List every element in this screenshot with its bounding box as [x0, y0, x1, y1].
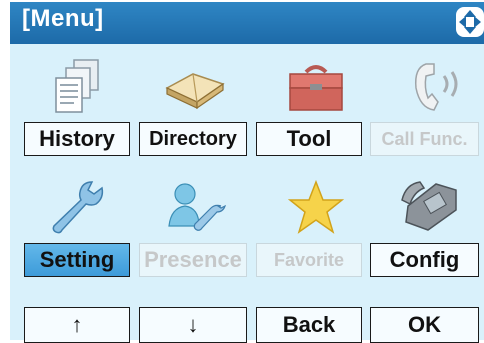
history-documents-icon [55, 59, 99, 113]
softkey-down-button[interactable]: ↓ [139, 307, 247, 343]
softkey-ok-label: OK [408, 312, 441, 337]
softkey-up-button[interactable]: ↑ [24, 307, 130, 343]
menu-tool-button[interactable]: Tool [256, 122, 362, 156]
menu-tool-label: Tool [286, 126, 332, 151]
four-way-arrow-icon [456, 7, 484, 37]
menu-setting-button[interactable]: Setting [24, 243, 130, 277]
presence-people-wrench-icon [168, 183, 227, 231]
desk-phone-icon [401, 181, 457, 231]
call-function-handset-icon [414, 63, 458, 111]
menu-setting-label: Setting [39, 247, 115, 272]
menu-directory-button[interactable]: Directory [139, 122, 247, 156]
menu-history-label: History [39, 126, 115, 151]
menu-presence-button[interactable]: Presence [139, 243, 247, 277]
menu-directory-label: Directory [149, 127, 237, 150]
softkey-back-button[interactable]: Back [256, 307, 362, 343]
menu-call-func-button[interactable]: Call Func. [370, 122, 479, 156]
wrench-icon [52, 181, 104, 234]
softkey-back-label: Back [282, 312, 336, 337]
title-bar: [Menu] [10, 2, 484, 44]
down-arrow-icon: ↓ [187, 312, 199, 337]
up-arrow-icon: ↑ [71, 312, 83, 337]
menu-history-button[interactable]: History [24, 122, 130, 156]
star-icon [287, 179, 345, 234]
menu-config-button[interactable]: Config [370, 243, 479, 277]
menu-config-label: Config [389, 247, 460, 272]
menu-screen: [Menu] History Directory Tool Call Func.… [0, 0, 484, 343]
menu-favorite-button[interactable]: Favorite [256, 243, 362, 277]
menu-call-func-label: Call Func. [381, 128, 468, 149]
softkey-ok-button[interactable]: OK [370, 307, 479, 343]
page-title: [Menu] [22, 5, 104, 32]
menu-favorite-label: Favorite [273, 249, 345, 270]
menu-presence-label: Presence [144, 247, 242, 272]
directory-book-icon [165, 73, 225, 110]
toolbox-icon [289, 65, 343, 111]
